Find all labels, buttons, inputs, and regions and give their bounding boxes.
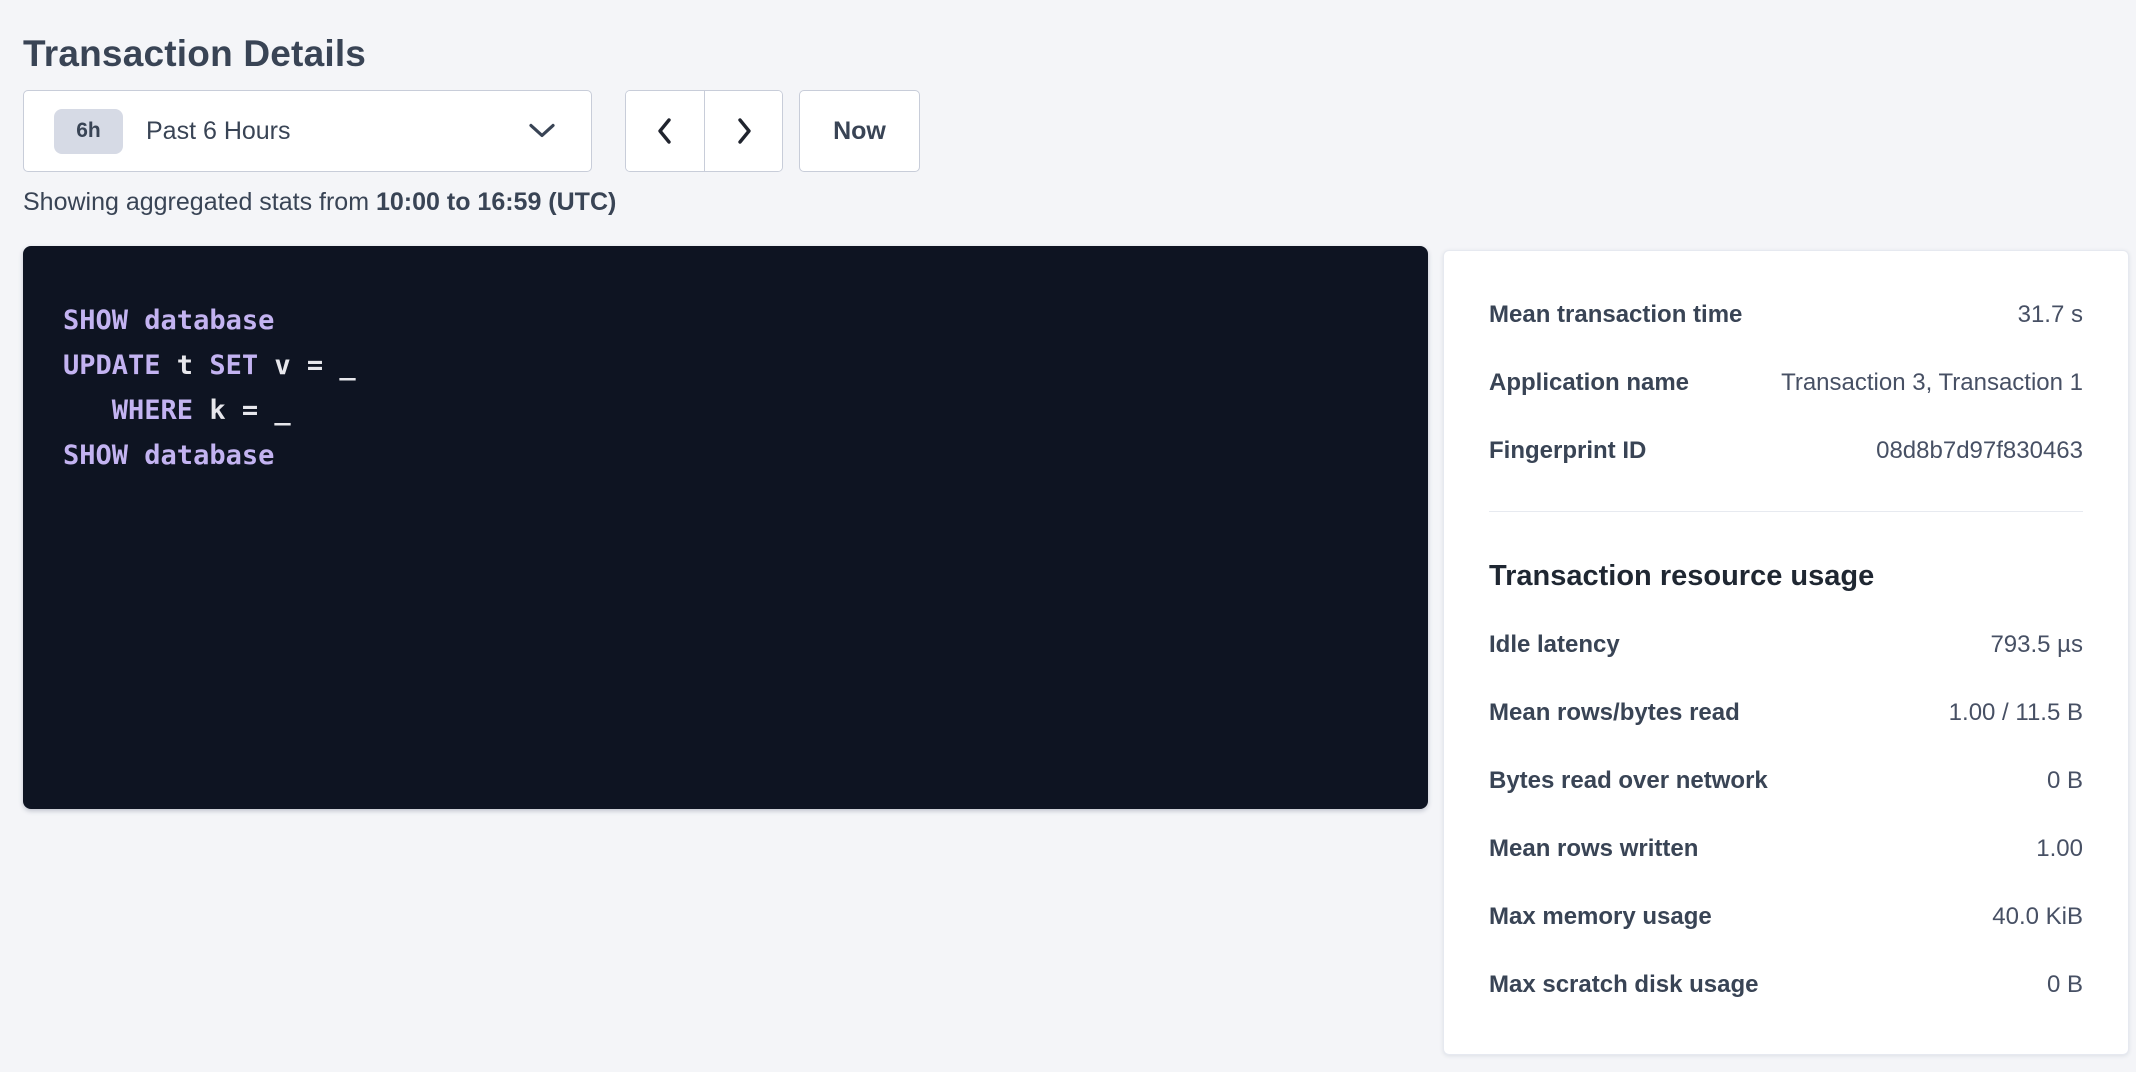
resource-usage-section: Idle latency 793.5 µs Mean rows/bytes read… — [1489, 631, 2083, 1001]
stat-value: Transaction 3, Transaction 1 — [1781, 369, 2083, 397]
transaction-details-page: Transaction Details 6h Past 6 Hours Now … — [0, 0, 2136, 1072]
stat-label: Mean transaction time — [1489, 301, 1742, 329]
stat-value: 793.5 µs — [1990, 631, 2083, 659]
stat-value: 40.0 KiB — [1992, 903, 2083, 931]
stat-label: Mean rows/bytes read — [1489, 699, 1740, 727]
sql-token — [128, 440, 144, 471]
prev-time-button[interactable] — [626, 91, 704, 171]
stat-row: Mean rows written 1.00 — [1489, 835, 2083, 865]
transaction-details-card: Mean transaction time 31.7 s Application n… — [1443, 250, 2129, 1055]
next-time-button[interactable] — [704, 91, 782, 171]
stat-value: 08d8b7d97f830463 — [1876, 437, 2083, 465]
stat-value: 1.00 — [2036, 835, 2083, 863]
stat-label: Fingerprint ID — [1489, 437, 1646, 465]
stat-row: Mean rows/bytes read 1.00 / 11.5 B — [1489, 699, 2083, 729]
sql-token: UPDATE — [63, 350, 161, 381]
stat-row: Fingerprint ID 08d8b7d97f830463 — [1489, 437, 2083, 467]
sql-line: SHOW database — [63, 433, 1388, 478]
summary-stats-section: Mean transaction time 31.7 s Application n… — [1489, 301, 2083, 467]
stat-row: Application name Transaction 3, Transacti… — [1489, 369, 2083, 399]
sql-line: UPDATE t SET v = _ — [63, 343, 1388, 388]
sql-statement-box: SHOW databaseUPDATE t SET v = _ WHERE k … — [23, 246, 1428, 809]
time-range-badge: 6h — [54, 109, 123, 154]
sql-token: SET — [209, 350, 258, 381]
stat-label: Mean rows written — [1489, 835, 1698, 863]
sql-token: SHOW — [63, 440, 128, 471]
stat-value: 31.7 s — [2018, 301, 2083, 329]
sql-token: database — [144, 440, 274, 471]
sql-token: t — [161, 350, 210, 381]
sql-token — [128, 305, 144, 336]
stat-row: Bytes read over network 0 B — [1489, 767, 2083, 797]
sql-line: SHOW database — [63, 298, 1388, 343]
page-title: Transaction Details — [23, 33, 366, 75]
sql-token: database — [144, 305, 274, 336]
stat-label: Idle latency — [1489, 631, 1620, 659]
chevron-right-icon — [733, 116, 755, 146]
stat-value: 0 B — [2047, 971, 2083, 999]
sql-token: WHERE — [112, 395, 193, 426]
sql-token: SHOW — [63, 305, 128, 336]
chevron-left-icon — [654, 116, 676, 146]
time-picker-controls: 6h Past 6 Hours Now — [23, 90, 920, 172]
subtitle-time-range: 10:00 to 16:59 (UTC) — [376, 188, 616, 216]
time-range-label: Past 6 Hours — [146, 117, 291, 146]
sql-line: WHERE k = _ — [63, 388, 1388, 433]
stat-row: Mean transaction time 31.7 s — [1489, 301, 2083, 331]
time-nav-button-group — [625, 90, 783, 172]
stat-value: 1.00 / 11.5 B — [1949, 699, 2083, 727]
chevron-down-icon — [529, 124, 555, 139]
sql-token — [63, 395, 112, 426]
stat-label: Application name — [1489, 369, 1689, 397]
stat-row: Max scratch disk usage 0 B — [1489, 971, 2083, 1001]
aggregated-stats-subtitle: Showing aggregated stats from 10:00 to 1… — [23, 188, 616, 217]
stat-label: Max scratch disk usage — [1489, 971, 1758, 999]
stat-label: Bytes read over network — [1489, 767, 1768, 795]
stat-value: 0 B — [2047, 767, 2083, 795]
now-button[interactable]: Now — [799, 90, 920, 172]
resource-usage-heading: Transaction resource usage — [1489, 560, 2083, 593]
stat-label: Max memory usage — [1489, 903, 1712, 931]
time-range-dropdown[interactable]: 6h Past 6 Hours — [23, 90, 592, 172]
stat-row: Idle latency 793.5 µs — [1489, 631, 2083, 661]
sql-token: k = _ — [193, 395, 291, 426]
sql-token: v = _ — [258, 350, 356, 381]
card-divider — [1489, 511, 2083, 512]
stat-row: Max memory usage 40.0 KiB — [1489, 903, 2083, 933]
subtitle-prefix: Showing aggregated stats from — [23, 188, 376, 216]
